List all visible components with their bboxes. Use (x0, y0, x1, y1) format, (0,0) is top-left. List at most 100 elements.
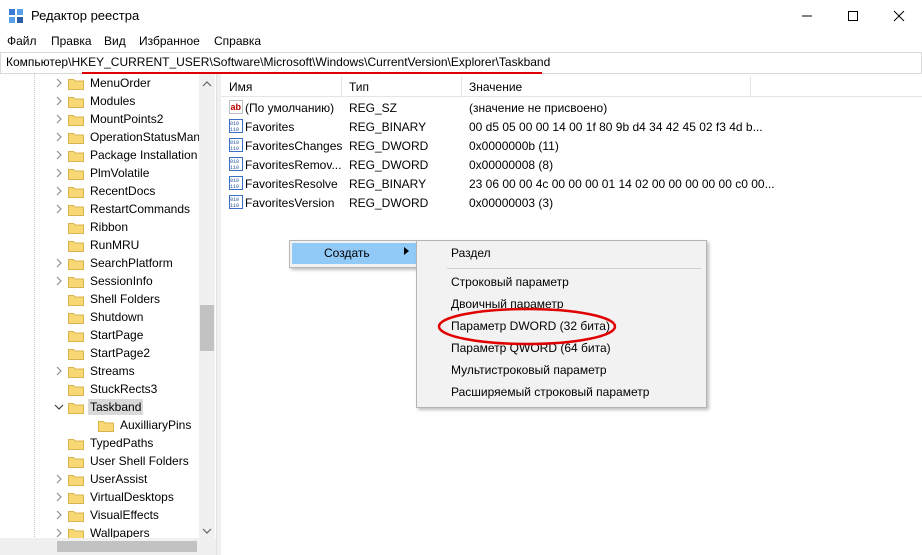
scroll-down-icon[interactable] (201, 524, 213, 538)
maximize-button[interactable] (830, 0, 876, 31)
chevron-right-icon[interactable] (54, 150, 64, 160)
submenu-item-key[interactable]: Раздел (451, 246, 491, 260)
tree-spacer (54, 348, 64, 358)
column-header-value[interactable]: Значение (469, 80, 522, 94)
folder-icon (68, 96, 84, 108)
folder-icon (68, 510, 84, 522)
chevron-right-icon[interactable] (54, 510, 64, 520)
submenu-item-string-value[interactable]: Строковый параметр (451, 275, 569, 289)
chevron-right-icon[interactable] (54, 96, 64, 106)
close-icon (893, 10, 905, 21)
chevron-down-icon[interactable] (54, 402, 64, 412)
chevron-right-icon[interactable] (54, 132, 64, 142)
list-row[interactable]: ab (По умолчанию) REG_SZ (значение не пр… (226, 98, 826, 117)
list-row[interactable]: 010 110 Favorites REG_BINARY 00 d5 05 00… (226, 117, 826, 136)
tree-spacer (54, 240, 64, 250)
value-data: 0x00000003 (3) (469, 196, 554, 210)
tree-scroll-thumb[interactable] (200, 305, 214, 351)
tree-item[interactable]: PlmVolatile (54, 164, 151, 182)
chevron-right-icon[interactable] (54, 78, 64, 88)
column-separator[interactable] (750, 76, 751, 96)
tree-item[interactable]: RunMRU (54, 236, 141, 254)
chevron-right-icon[interactable] (54, 168, 64, 178)
tree-item-label: Taskband (88, 399, 144, 415)
list-row[interactable]: 010 110 FavoritesChanges REG_DWORD 0x000… (226, 136, 826, 155)
window-title: Редактор реестра (31, 8, 140, 23)
chevron-right-icon[interactable] (54, 186, 64, 196)
tree-item[interactable]: User Shell Folders (54, 452, 191, 470)
menu-edit[interactable]: Правка (51, 34, 92, 48)
list-row[interactable]: 010 110 FavoritesVersion REG_DWORD 0x000… (226, 193, 826, 212)
tree-item[interactable]: UserAssist (54, 470, 149, 488)
minimize-icon (802, 15, 812, 16)
annotation-ellipse (437, 307, 617, 346)
tree-item[interactable]: RestartCommands (54, 200, 192, 218)
tree-item[interactable]: MountPoints2 (54, 110, 165, 128)
tree-item[interactable]: Modules (54, 92, 137, 110)
list-header (221, 76, 922, 97)
binary-value-icon: 010 110 (229, 138, 243, 152)
folder-icon (68, 240, 84, 252)
tree-item-label: PlmVolatile (90, 166, 150, 180)
chevron-right-icon[interactable] (54, 474, 64, 484)
tree-item[interactable]: StartPage2 (54, 344, 152, 362)
column-separator[interactable] (341, 76, 342, 96)
value-type: REG_BINARY (349, 177, 427, 191)
menu-help[interactable]: Справка (214, 34, 261, 48)
chevron-right-icon[interactable] (54, 492, 64, 502)
tree-item[interactable]: OperationStatusMan (54, 128, 202, 146)
folder-icon (68, 402, 84, 414)
menu-separator (447, 268, 701, 269)
tree-item[interactable]: TypedPaths (54, 434, 155, 452)
value-name: (По умолчанию) (245, 101, 335, 115)
menu-view[interactable]: Вид (104, 34, 126, 48)
tree-item[interactable]: Shutdown (54, 308, 145, 326)
address-path[interactable]: Компьютер\HKEY_CURRENT_USER\Software\Mic… (6, 55, 550, 69)
tree-item[interactable]: VirtualDesktops (54, 488, 176, 506)
tree-item[interactable]: Streams (54, 362, 137, 380)
minimize-button[interactable] (784, 0, 830, 31)
tree-spacer (54, 330, 64, 340)
list-row[interactable]: 010 110 FavoritesRemov... REG_DWORD 0x00… (226, 155, 826, 174)
chevron-right-icon[interactable] (54, 366, 64, 376)
tree-item-label: StartPage2 (90, 346, 151, 360)
tree-item-label: RecentDocs (90, 184, 156, 198)
tree-spacer (54, 294, 64, 304)
column-header-name[interactable]: Имя (229, 80, 252, 94)
pane-splitter[interactable] (216, 74, 221, 555)
list-row[interactable]: 010 110 FavoritesResolve REG_BINARY 23 0… (226, 174, 826, 193)
tree-item[interactable]: Ribbon (54, 218, 130, 236)
chevron-right-icon[interactable] (54, 204, 64, 214)
tree-item[interactable]: SessionInfo (54, 272, 155, 290)
column-separator[interactable] (461, 76, 462, 96)
close-button[interactable] (876, 0, 922, 31)
tree-item-label: MenuOrder (90, 76, 151, 90)
tree-item[interactable]: Taskband (54, 398, 144, 416)
folder-icon (68, 168, 84, 180)
tree-item[interactable]: StartPage (54, 326, 145, 344)
chevron-right-icon[interactable] (54, 276, 64, 286)
chevron-right-icon[interactable] (54, 528, 64, 538)
submenu-item-multistring-value[interactable]: Мультистроковый параметр (451, 363, 607, 377)
tree-item[interactable]: Shell Folders (54, 290, 162, 308)
column-header-type[interactable]: Тип (349, 80, 369, 94)
binary-value-icon: 010 110 (229, 195, 243, 209)
scroll-up-icon[interactable] (201, 77, 213, 91)
tree-item[interactable]: AuxilliaryPins (84, 416, 193, 434)
tree-item[interactable]: Package Installation (54, 146, 199, 164)
value-type: REG_SZ (349, 101, 398, 115)
tree-item-label: SessionInfo (90, 274, 153, 288)
submenu-item-expandable-string-value[interactable]: Расширяемый строковый параметр (451, 385, 649, 399)
tree-item[interactable]: SearchPlatform (54, 254, 175, 272)
tree-item[interactable]: StuckRects3 (54, 380, 159, 398)
chevron-right-icon[interactable] (54, 258, 64, 268)
tree-hscroll-thumb[interactable] (57, 541, 197, 552)
tree-item[interactable]: VisualEffects (54, 506, 161, 524)
menu-file[interactable]: Файл (7, 34, 37, 48)
chevron-right-icon[interactable] (54, 114, 64, 124)
string-value-icon: ab (229, 100, 243, 114)
menu-favorites[interactable]: Избранное (139, 34, 200, 48)
folder-icon (68, 492, 84, 504)
tree-item[interactable]: MenuOrder (54, 74, 153, 92)
tree-item[interactable]: RecentDocs (54, 182, 157, 200)
